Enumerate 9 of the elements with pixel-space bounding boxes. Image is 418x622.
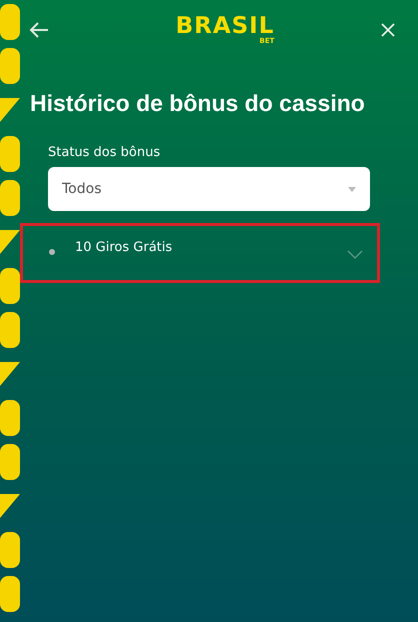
dropdown-caret-icon: [348, 186, 356, 192]
field-label: Status dos bônus: [48, 145, 162, 160]
bonus-name: 10 Giros Grátis: [75, 240, 174, 255]
logo-text: BRASIL: [176, 15, 274, 38]
page-title: Histórico de bônus do cassino: [30, 90, 366, 117]
bonus-row[interactable]: 10 Giros Grátis: [20, 223, 380, 283]
back-arrow-icon: [28, 21, 50, 39]
close-icon: [380, 22, 396, 38]
status-dropdown[interactable]: Todos: [48, 167, 370, 211]
